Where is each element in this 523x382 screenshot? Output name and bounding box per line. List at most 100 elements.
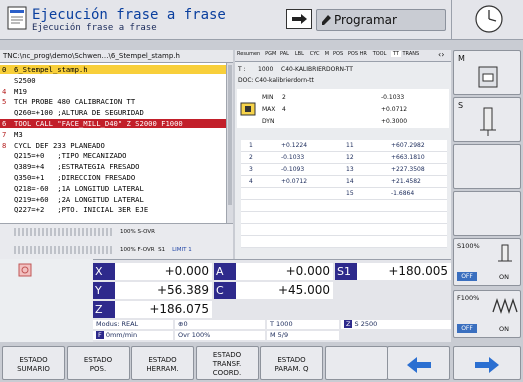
min-measurement: -0.1033 <box>381 94 405 101</box>
feed-on-label: ON <box>499 325 509 333</box>
min-label: MIN <box>262 94 274 101</box>
status-softkey[interactable]: ESTADO HERRAM. <box>131 346 194 380</box>
status-softkey[interactable] <box>324 346 388 380</box>
table-cell: -0.1033 <box>281 154 305 161</box>
program-line[interactable]: S2500 <box>0 76 226 85</box>
softkey-label: ESTADO <box>19 356 48 364</box>
programming-mode-button[interactable]: Programar <box>316 9 446 31</box>
spindle-override-value: 100% S-OVR <box>120 229 155 235</box>
table-cell: 14 <box>346 178 354 185</box>
program-line-number: 8 <box>2 140 7 150</box>
softkey-label: ESTADO <box>83 356 113 364</box>
program-line[interactable]: Q260=+100 ;ALTURA DE SEGURIDAD <box>0 108 226 117</box>
axis-s1: S1 +180.005 <box>335 263 451 280</box>
status-tab[interactable]: TT <box>390 51 401 57</box>
status-tab[interactable]: PGM <box>265 51 276 57</box>
page-title: Ejecución frase a frase <box>32 7 226 23</box>
feed-override-softkey[interactable]: F100% OFF ON <box>453 290 521 338</box>
status-tab[interactable]: LBL <box>295 51 304 57</box>
limit-label: LIMIT 1 <box>172 247 192 253</box>
spindle-off-toggle[interactable]: OFF <box>457 272 477 281</box>
program-line-text: Q227=+2 ;PTO. INICIAL 3ER EJE <box>14 205 149 215</box>
table-cell: 15 <box>346 190 354 197</box>
empty-softkey-r4[interactable] <box>453 191 521 236</box>
table-cell: +663.1810 <box>391 154 425 161</box>
status-softkey[interactable]: ESTADO TRANSF. COORD. <box>195 346 259 380</box>
program-line-number: 5 <box>2 97 7 107</box>
doc-value: C40-kalibrierdorn-tt <box>255 77 314 84</box>
doc-label: DOC: <box>238 77 254 84</box>
status-tab[interactable]: CYC <box>310 51 320 57</box>
dyn-label: DYN <box>262 118 275 125</box>
s-function-softkey[interactable]: S <box>453 97 521 142</box>
tool-name: C40-KALIBRIERDORN-TT <box>281 66 353 73</box>
program-line[interactable]: 7 M3 <box>0 130 226 139</box>
table-cell: 12 <box>346 154 354 161</box>
machine-icon <box>478 66 498 88</box>
status-tab[interactable]: POS HR <box>348 51 367 57</box>
program-line-number: 4 <box>2 86 7 96</box>
empty-softkey-r3[interactable] <box>453 144 521 189</box>
program-line[interactable]: 5 TCH PROBE 480 CALIBRACION TT <box>0 97 226 106</box>
page-back-softkey[interactable] <box>387 346 450 380</box>
axis-c-label: C <box>214 282 236 299</box>
program-line-text: CYCL DEF 233 PLANEADO <box>14 140 105 150</box>
page-subtitle: Ejecución frase a frase <box>32 23 157 33</box>
softkey-label: COORD. <box>212 369 242 377</box>
program-scrollbar[interactable] <box>226 63 233 223</box>
table-cell: -1.6864 <box>391 190 415 197</box>
programming-mode-label: Programar <box>334 13 397 27</box>
status-softkey[interactable]: ESTADO POS. <box>66 346 130 380</box>
program-line-text: TOOL CALL "FACE_MILL_D40" Z S2000 F1000 <box>14 119 183 128</box>
status-tab[interactable]: M <box>325 51 329 57</box>
status-tab[interactable]: TOOL <box>373 51 387 57</box>
table-cell: +607.2982 <box>391 142 425 149</box>
status-tab[interactable]: PAL <box>280 51 289 57</box>
single-block-mode-icon <box>6 6 30 32</box>
program-line[interactable]: 6 TOOL CALL "FACE_MILL_D40" Z S2000 F1000 <box>0 119 226 128</box>
program-line-number: 0 <box>2 65 7 74</box>
program-line[interactable]: Q227=+2 ;PTO. INICIAL 3ER EJE <box>0 205 226 214</box>
status-tab[interactable]: TRANS <box>403 51 420 57</box>
arrow-right-icon <box>475 357 499 373</box>
max-tool-value: 4 <box>282 106 286 113</box>
program-line-number: 6 <box>2 119 7 128</box>
tool-touch-probe-icon <box>240 102 256 116</box>
program-path: TNC:\nc_prog\demo\Schwen…\6_Stempel_stam… <box>0 50 233 63</box>
axis-a: A +0.000 <box>214 263 333 280</box>
program-line[interactable]: Q215=+0 ;TIPO MECANIZADO <box>0 151 226 160</box>
program-line-text: Q219=+60 ;2A LONGITUD LATERAL <box>14 194 144 204</box>
program-listing[interactable]: 0 6_Stempel_stamp.h S2500 4 M19 5 TCH PROBE 48… <box>0 63 226 223</box>
program-line[interactable]: 4 M19 <box>0 87 226 96</box>
table-row: 4 +0.0712 14 +21.4582 <box>241 176 447 188</box>
table-cell: +21.4582 <box>391 178 421 185</box>
softkey-label: TRANSF. <box>212 360 242 368</box>
program-line[interactable]: Q218=-60 ;1A LONGITUD LATERAL <box>0 184 226 193</box>
status-tab[interactable]: POS <box>333 51 343 57</box>
status-softkey[interactable]: ESTADO PARAM. Q <box>260 346 323 380</box>
max-label: MAX <box>262 106 276 113</box>
program-line[interactable]: Q389=+4 ;ESTRATEGIA FRESADO <box>0 162 226 171</box>
axis-z-value: +186.075 <box>149 302 209 316</box>
feed-off-toggle[interactable]: OFF <box>457 324 477 333</box>
spindle-override-softkey[interactable]: S100% OFF ON <box>453 238 521 286</box>
feed-override-bar <box>14 246 114 254</box>
program-line[interactable]: 8 CYCL DEF 233 PLANEADO <box>0 141 226 150</box>
feed-override-icon <box>492 297 518 315</box>
status-tab[interactable]: Resumen <box>237 51 260 57</box>
status-softkey[interactable]: ESTADO SUMARIO <box>2 346 65 380</box>
axis-z: Z +186.075 <box>93 301 212 318</box>
tab-scroll-icon[interactable]: ‹› <box>438 50 444 59</box>
softkey-label: POS. <box>89 365 107 373</box>
program-line-text: Q350=+1 ;DIRECCION FRESADO <box>14 173 136 182</box>
program-line[interactable]: Q350=+1 ;DIRECCION FRESADO <box>0 173 226 182</box>
max-measurement: +0.0712 <box>381 106 408 113</box>
pencil-icon <box>322 15 331 25</box>
program-line[interactable]: Q219=+60 ;2A LONGITUD LATERAL <box>0 195 226 204</box>
program-line[interactable]: 0 6_Stempel_stamp.h <box>0 65 226 74</box>
min-tool-value: 2 <box>282 94 286 101</box>
screen-layout-icon[interactable] <box>286 9 312 29</box>
table-row-empty <box>241 200 447 212</box>
m-function-softkey[interactable]: M <box>453 50 521 95</box>
page-forward-softkey[interactable] <box>453 346 521 380</box>
